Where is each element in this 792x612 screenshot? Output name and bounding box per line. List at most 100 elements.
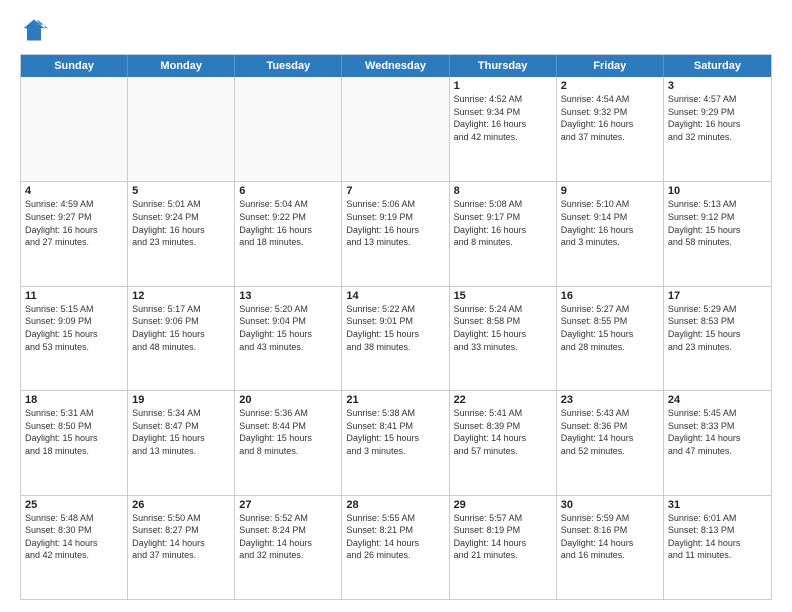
- cell-text: Sunrise: 5:55 AM Sunset: 8:21 PM Dayligh…: [346, 512, 444, 562]
- day-number: 14: [346, 290, 444, 302]
- cell-text: Sunrise: 5:52 AM Sunset: 8:24 PM Dayligh…: [239, 512, 337, 562]
- calendar-row: 25Sunrise: 5:48 AM Sunset: 8:30 PM Dayli…: [21, 495, 771, 599]
- cell-text: Sunrise: 5:27 AM Sunset: 8:55 PM Dayligh…: [561, 303, 659, 353]
- calendar-cell: 20Sunrise: 5:36 AM Sunset: 8:44 PM Dayli…: [235, 391, 342, 494]
- calendar-cell: 29Sunrise: 5:57 AM Sunset: 8:19 PM Dayli…: [450, 496, 557, 599]
- cell-text: Sunrise: 4:54 AM Sunset: 9:32 PM Dayligh…: [561, 93, 659, 143]
- calendar-row: 18Sunrise: 5:31 AM Sunset: 8:50 PM Dayli…: [21, 390, 771, 494]
- calendar-cell: 7Sunrise: 5:06 AM Sunset: 9:19 PM Daylig…: [342, 182, 449, 285]
- calendar-cell: 19Sunrise: 5:34 AM Sunset: 8:47 PM Dayli…: [128, 391, 235, 494]
- cell-text: Sunrise: 5:08 AM Sunset: 9:17 PM Dayligh…: [454, 198, 552, 248]
- day-number: 8: [454, 185, 552, 197]
- calendar-cell: 27Sunrise: 5:52 AM Sunset: 8:24 PM Dayli…: [235, 496, 342, 599]
- day-number: 17: [668, 290, 767, 302]
- weekday-header: Sunday: [21, 55, 128, 77]
- calendar-cell: 25Sunrise: 5:48 AM Sunset: 8:30 PM Dayli…: [21, 496, 128, 599]
- cell-text: Sunrise: 5:43 AM Sunset: 8:36 PM Dayligh…: [561, 407, 659, 457]
- calendar-cell: [235, 77, 342, 181]
- calendar-header: SundayMondayTuesdayWednesdayThursdayFrid…: [21, 55, 771, 77]
- calendar-cell: 24Sunrise: 5:45 AM Sunset: 8:33 PM Dayli…: [664, 391, 771, 494]
- day-number: 31: [668, 499, 767, 511]
- calendar-cell: 26Sunrise: 5:50 AM Sunset: 8:27 PM Dayli…: [128, 496, 235, 599]
- header: [20, 16, 772, 44]
- logo: [20, 16, 52, 44]
- calendar-cell: 15Sunrise: 5:24 AM Sunset: 8:58 PM Dayli…: [450, 287, 557, 390]
- cell-text: Sunrise: 5:36 AM Sunset: 8:44 PM Dayligh…: [239, 407, 337, 457]
- calendar-cell: 1Sunrise: 4:52 AM Sunset: 9:34 PM Daylig…: [450, 77, 557, 181]
- day-number: 4: [25, 185, 123, 197]
- calendar-cell: 5Sunrise: 5:01 AM Sunset: 9:24 PM Daylig…: [128, 182, 235, 285]
- calendar-cell: 28Sunrise: 5:55 AM Sunset: 8:21 PM Dayli…: [342, 496, 449, 599]
- cell-text: Sunrise: 5:34 AM Sunset: 8:47 PM Dayligh…: [132, 407, 230, 457]
- weekday-header: Tuesday: [235, 55, 342, 77]
- day-number: 21: [346, 394, 444, 406]
- day-number: 24: [668, 394, 767, 406]
- day-number: 20: [239, 394, 337, 406]
- cell-text: Sunrise: 5:29 AM Sunset: 8:53 PM Dayligh…: [668, 303, 767, 353]
- day-number: 29: [454, 499, 552, 511]
- cell-text: Sunrise: 5:15 AM Sunset: 9:09 PM Dayligh…: [25, 303, 123, 353]
- weekday-header: Wednesday: [342, 55, 449, 77]
- logo-icon: [20, 16, 48, 44]
- day-number: 23: [561, 394, 659, 406]
- day-number: 13: [239, 290, 337, 302]
- day-number: 18: [25, 394, 123, 406]
- calendar-cell: 18Sunrise: 5:31 AM Sunset: 8:50 PM Dayli…: [21, 391, 128, 494]
- day-number: 5: [132, 185, 230, 197]
- page: SundayMondayTuesdayWednesdayThursdayFrid…: [0, 0, 792, 612]
- calendar-cell: 17Sunrise: 5:29 AM Sunset: 8:53 PM Dayli…: [664, 287, 771, 390]
- cell-text: Sunrise: 5:59 AM Sunset: 8:16 PM Dayligh…: [561, 512, 659, 562]
- cell-text: Sunrise: 5:31 AM Sunset: 8:50 PM Dayligh…: [25, 407, 123, 457]
- cell-text: Sunrise: 5:57 AM Sunset: 8:19 PM Dayligh…: [454, 512, 552, 562]
- calendar-cell: 22Sunrise: 5:41 AM Sunset: 8:39 PM Dayli…: [450, 391, 557, 494]
- cell-text: Sunrise: 5:17 AM Sunset: 9:06 PM Dayligh…: [132, 303, 230, 353]
- calendar-cell: 12Sunrise: 5:17 AM Sunset: 9:06 PM Dayli…: [128, 287, 235, 390]
- cell-text: Sunrise: 5:13 AM Sunset: 9:12 PM Dayligh…: [668, 198, 767, 248]
- calendar-body: 1Sunrise: 4:52 AM Sunset: 9:34 PM Daylig…: [21, 77, 771, 599]
- calendar-cell: 3Sunrise: 4:57 AM Sunset: 9:29 PM Daylig…: [664, 77, 771, 181]
- day-number: 2: [561, 80, 659, 92]
- calendar-cell: 8Sunrise: 5:08 AM Sunset: 9:17 PM Daylig…: [450, 182, 557, 285]
- cell-text: Sunrise: 5:38 AM Sunset: 8:41 PM Dayligh…: [346, 407, 444, 457]
- weekday-header: Saturday: [664, 55, 771, 77]
- calendar-cell: [128, 77, 235, 181]
- day-number: 26: [132, 499, 230, 511]
- calendar-cell: 16Sunrise: 5:27 AM Sunset: 8:55 PM Dayli…: [557, 287, 664, 390]
- cell-text: Sunrise: 5:04 AM Sunset: 9:22 PM Dayligh…: [239, 198, 337, 248]
- calendar-cell: 4Sunrise: 4:59 AM Sunset: 9:27 PM Daylig…: [21, 182, 128, 285]
- cell-text: Sunrise: 4:59 AM Sunset: 9:27 PM Dayligh…: [25, 198, 123, 248]
- weekday-header: Monday: [128, 55, 235, 77]
- cell-text: Sunrise: 5:22 AM Sunset: 9:01 PM Dayligh…: [346, 303, 444, 353]
- cell-text: Sunrise: 6:01 AM Sunset: 8:13 PM Dayligh…: [668, 512, 767, 562]
- cell-text: Sunrise: 5:45 AM Sunset: 8:33 PM Dayligh…: [668, 407, 767, 457]
- day-number: 16: [561, 290, 659, 302]
- calendar-cell: 13Sunrise: 5:20 AM Sunset: 9:04 PM Dayli…: [235, 287, 342, 390]
- calendar-cell: 6Sunrise: 5:04 AM Sunset: 9:22 PM Daylig…: [235, 182, 342, 285]
- cell-text: Sunrise: 5:01 AM Sunset: 9:24 PM Dayligh…: [132, 198, 230, 248]
- calendar-row: 4Sunrise: 4:59 AM Sunset: 9:27 PM Daylig…: [21, 181, 771, 285]
- day-number: 1: [454, 80, 552, 92]
- calendar-cell: 9Sunrise: 5:10 AM Sunset: 9:14 PM Daylig…: [557, 182, 664, 285]
- day-number: 12: [132, 290, 230, 302]
- day-number: 6: [239, 185, 337, 197]
- weekday-header: Friday: [557, 55, 664, 77]
- day-number: 27: [239, 499, 337, 511]
- day-number: 7: [346, 185, 444, 197]
- calendar-cell: 21Sunrise: 5:38 AM Sunset: 8:41 PM Dayli…: [342, 391, 449, 494]
- day-number: 11: [25, 290, 123, 302]
- calendar-cell: [21, 77, 128, 181]
- calendar-cell: 10Sunrise: 5:13 AM Sunset: 9:12 PM Dayli…: [664, 182, 771, 285]
- day-number: 22: [454, 394, 552, 406]
- calendar-cell: 31Sunrise: 6:01 AM Sunset: 8:13 PM Dayli…: [664, 496, 771, 599]
- cell-text: Sunrise: 5:10 AM Sunset: 9:14 PM Dayligh…: [561, 198, 659, 248]
- calendar-row: 11Sunrise: 5:15 AM Sunset: 9:09 PM Dayli…: [21, 286, 771, 390]
- day-number: 30: [561, 499, 659, 511]
- calendar-cell: [342, 77, 449, 181]
- day-number: 9: [561, 185, 659, 197]
- cell-text: Sunrise: 5:24 AM Sunset: 8:58 PM Dayligh…: [454, 303, 552, 353]
- day-number: 25: [25, 499, 123, 511]
- calendar-cell: 30Sunrise: 5:59 AM Sunset: 8:16 PM Dayli…: [557, 496, 664, 599]
- calendar-cell: 11Sunrise: 5:15 AM Sunset: 9:09 PM Dayli…: [21, 287, 128, 390]
- calendar: SundayMondayTuesdayWednesdayThursdayFrid…: [20, 54, 772, 600]
- calendar-row: 1Sunrise: 4:52 AM Sunset: 9:34 PM Daylig…: [21, 77, 771, 181]
